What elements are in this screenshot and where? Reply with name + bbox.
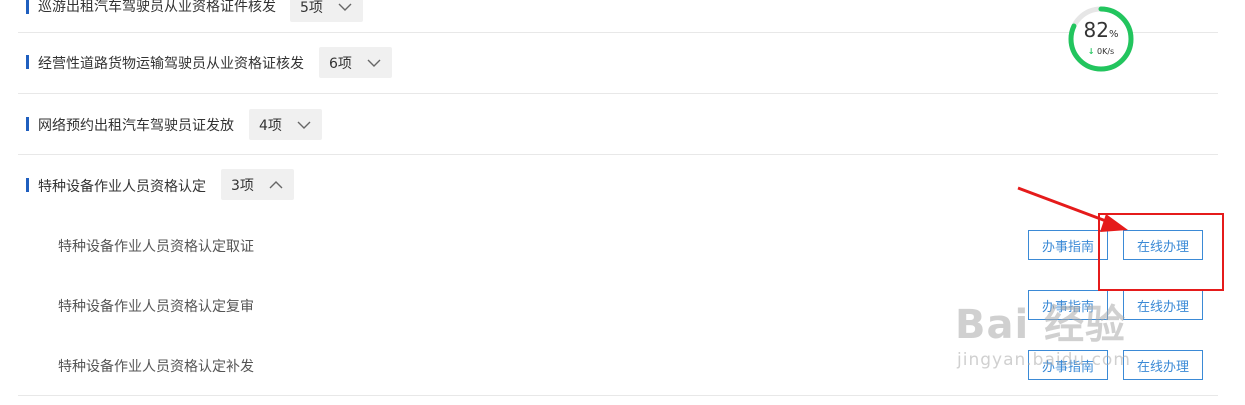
online-button[interactable]: 在线办理 [1123,350,1203,380]
chevron-down-icon [337,0,353,15]
category-row: 经营性道路货物运输驾驶员从业资格证核发 6项 [18,32,1218,94]
category-title: 网络预约出租汽车驾驶员证发放 [38,118,234,134]
sub-item-label: 特种设备作业人员资格认定取证 [58,239,254,255]
category-marker [26,178,29,192]
category-count: 6项 [329,55,352,72]
category-title: 特种设备作业人员资格认定 [38,179,206,195]
network-speed-widget[interactable]: 82% ↓ 0K/s [1066,4,1136,74]
chevron-down-icon [296,117,312,133]
speed-readout: ↓ 0K/s [1087,47,1115,56]
chevron-up-icon [268,177,284,193]
category-toggle[interactable]: 5项 [290,0,363,22]
category-toggle[interactable]: 6项 [319,47,392,78]
category-row: 网络预约出租汽车驾驶员证发放 4项 [18,93,1218,155]
category-count: 5项 [300,0,323,16]
category-title: 巡游出租汽车驾驶员从业资格证件核发 [38,0,276,15]
category-toggle[interactable]: 3项 [221,169,294,200]
percent-readout: 82% [1083,18,1119,42]
arrow-down-icon: ↓ [1087,47,1095,56]
annotation-box [1098,213,1224,291]
category-count: 3项 [231,177,254,194]
category-toggle[interactable]: 4项 [249,109,322,140]
sub-item-label: 特种设备作业人员资格认定复审 [58,299,254,315]
category-count: 4项 [259,117,282,134]
sub-item-label: 特种设备作业人员资格认定补发 [58,359,254,375]
chevron-down-icon [366,55,382,71]
category-marker [26,0,29,14]
category-row: 巡游出租汽车驾驶员从业资格证件核发 5项 [18,0,1218,33]
online-button[interactable]: 在线办理 [1123,290,1203,320]
category-marker [26,117,29,131]
baidu-watermark: Bai 经验 jingyan.baidu.com [955,302,1131,370]
category-marker [26,55,29,69]
category-title: 经营性道路货物运输驾驶员从业资格证核发 [38,56,304,72]
